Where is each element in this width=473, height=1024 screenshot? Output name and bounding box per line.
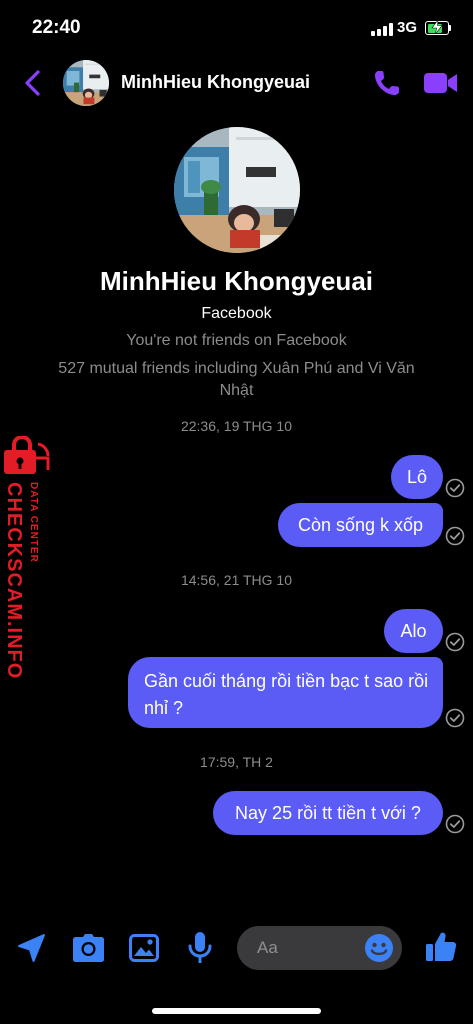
seen-check-icon <box>445 632 465 652</box>
message-input-placeholder: Aa <box>257 938 278 957</box>
message-bubble[interactable]: Nay 25 rồi tt tiền t với ? <box>213 791 443 835</box>
message-bubble[interactable]: Gần cuối tháng rồi tiền bạc t sao rồi nh… <box>128 657 443 728</box>
seen-check-icon <box>445 526 465 546</box>
mutual-friends: 527 mutual friends including Xuân Phú an… <box>58 360 415 399</box>
profile-platform: Facebook <box>201 305 272 322</box>
watermark-title-text: CHECKSCAM.INFO <box>3 482 25 680</box>
contact-name[interactable]: MinhHieu Khongyeuai <box>121 72 310 93</box>
seen-check-icon <box>445 814 465 834</box>
seen-check-icon <box>445 478 465 498</box>
profile-avatar[interactable] <box>174 127 300 253</box>
message-text: Lô <box>406 467 428 487</box>
message-text: Gần cuối tháng rồi tiền bạc t sao rồi nh… <box>144 671 429 718</box>
camera-icon[interactable] <box>72 933 105 963</box>
message-bubble[interactable]: Lô <box>391 455 443 499</box>
home-indicator[interactable] <box>152 1008 321 1014</box>
thumbs-up-icon[interactable] <box>424 930 458 964</box>
message-timestamp: 14:56, 21 THG 10 <box>180 572 293 588</box>
contact-avatar[interactable] <box>63 60 109 106</box>
message-timestamp: 22:36, 19 THG 10 <box>180 418 293 434</box>
chat-header: MinhHieu Khongyeuai <box>0 56 473 112</box>
friend-status: You're not friends on Facebook <box>126 332 347 349</box>
microphone-icon[interactable] <box>187 931 213 965</box>
phone-icon[interactable] <box>372 68 402 98</box>
battery-cap <box>449 25 451 31</box>
message-timestamp: 17:59, TH 2 <box>200 754 273 770</box>
message-text: Alo <box>400 621 427 641</box>
watermark-subtitle: DATA CENTER <box>28 482 42 612</box>
message-bubble[interactable]: Còn sống k xốp <box>278 503 443 547</box>
status-time: 22:40 <box>32 17 81 38</box>
message-bubble[interactable]: Alo <box>384 609 443 653</box>
status-bar: 22:40 3G <box>0 0 473 56</box>
back-arrow-icon[interactable] <box>20 68 46 98</box>
network-type: 3G <box>397 19 418 36</box>
message-text: Còn sống k xốp <box>297 515 424 535</box>
watermark-subtitle-text: DATA CENTER <box>28 482 39 563</box>
avatar-photo <box>63 60 109 106</box>
location-arrow-icon[interactable] <box>16 932 48 964</box>
video-camera-icon[interactable] <box>423 70 459 96</box>
seen-check-icon <box>445 708 465 728</box>
message-input[interactable]: Aa <box>237 926 402 970</box>
image-icon[interactable] <box>129 933 159 963</box>
lock-icon <box>4 436 50 474</box>
charging-bolt-icon <box>431 19 443 35</box>
profile-name: MinhHieu Khongyeuai <box>100 266 373 296</box>
signal-icon <box>371 23 393 36</box>
watermark-title: CHECKSCAM.INFO <box>2 482 28 679</box>
emoji-icon[interactable] <box>364 933 394 963</box>
message-text: Nay 25 rồi tt tiền t với ? <box>235 803 421 823</box>
watermark: CHECKSCAM.INFO DATA CENTER <box>0 436 52 679</box>
profile-photo <box>174 127 300 253</box>
message-composer: Aa <box>0 920 473 976</box>
